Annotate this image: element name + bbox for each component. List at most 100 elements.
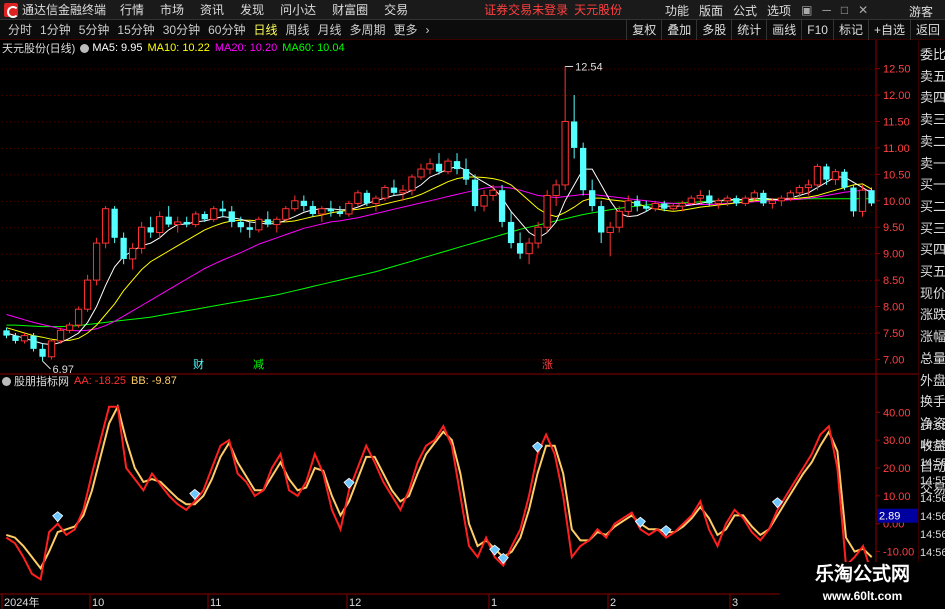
grid-dot <box>258 280 259 282</box>
grid-dot <box>862 68 863 70</box>
current-stock-name: 天元股份 <box>574 3 623 17</box>
grid-dot <box>534 332 535 334</box>
menu-functions[interactable]: 功能 <box>665 2 689 19</box>
multi-stock-button[interactable]: 多股 <box>696 20 731 40</box>
menu-options[interactable]: 选项 <box>767 2 791 19</box>
grid-dot <box>166 147 167 149</box>
grid-dot <box>834 121 835 123</box>
menu-market[interactable]: 行情 <box>120 1 144 18</box>
close-icon[interactable]: ✕ <box>858 3 868 17</box>
settings-circle-icon[interactable] <box>2 376 11 386</box>
add-watchlist-button[interactable]: +自选 <box>867 20 910 40</box>
adjust-button[interactable]: 复权 <box>626 20 661 40</box>
side-label: 买一 <box>920 177 945 193</box>
grid-dot <box>214 227 215 229</box>
grid-dot <box>826 68 827 70</box>
menu-markets[interactable]: 市场 <box>160 1 184 18</box>
settings-circle-icon[interactable] <box>80 43 90 53</box>
grid-dot <box>526 68 527 70</box>
mark-button[interactable]: 标记 <box>832 20 868 40</box>
minimize-icon[interactable]: ─ <box>822 3 831 17</box>
menu-trade[interactable]: 交易 <box>384 1 408 18</box>
grid-dot <box>694 174 695 176</box>
grid-dot <box>614 68 615 70</box>
grid-dot <box>278 359 279 361</box>
overlay-button[interactable]: 叠加 <box>661 20 696 40</box>
grid-dot <box>498 121 499 123</box>
f10-button[interactable]: F10 <box>801 20 833 40</box>
grid-dot <box>662 147 663 149</box>
candle-body-up <box>750 192 759 199</box>
period-monthly[interactable]: 月线 <box>318 21 342 38</box>
grid-dot <box>830 95 831 97</box>
period-more[interactable]: 更多 <box>394 21 418 38</box>
grid-dot <box>26 174 27 176</box>
grid-dot <box>102 121 103 123</box>
grid-dot <box>810 147 811 149</box>
grid-dot <box>266 332 267 334</box>
menu-ask-xiaoda[interactable]: 问小达 <box>280 1 316 18</box>
period-multi[interactable]: 多周期 <box>350 21 386 38</box>
grid-dot <box>70 121 71 123</box>
period-1min[interactable]: 1分钟 <box>40 21 71 38</box>
maximize-icon[interactable]: □ <box>841 3 848 17</box>
period-intraday[interactable]: 分时 <box>8 21 32 38</box>
candle-body-up <box>192 213 200 226</box>
grid-dot <box>82 227 83 229</box>
grid-dot <box>26 227 27 229</box>
grid-dot <box>574 280 575 282</box>
grid-dot <box>450 253 451 255</box>
grid-dot <box>166 332 167 334</box>
grid-dot <box>714 306 715 308</box>
grid-dot <box>210 68 211 70</box>
period-15min[interactable]: 15分钟 <box>117 21 154 38</box>
grid-dot <box>42 306 43 308</box>
grid-dot <box>314 306 315 308</box>
grid-dot <box>254 121 255 123</box>
menu-discover[interactable]: 发现 <box>240 1 264 18</box>
trade-login-notice[interactable]: 证券交易未登录 <box>484 1 568 18</box>
grid-dot <box>758 95 759 97</box>
period-30min[interactable]: 30分钟 <box>163 21 200 38</box>
grid-dot <box>478 280 479 282</box>
chart-area[interactable]: 12.5012.0011.5011.0010.5010.009.509.008.… <box>0 40 918 609</box>
grid-dot <box>442 306 443 308</box>
candle-body-up <box>624 200 632 212</box>
menu-news[interactable]: 资讯 <box>200 1 224 18</box>
grid-dot <box>670 332 671 334</box>
grid-dot <box>158 174 159 176</box>
chevron-right-icon[interactable]: › <box>426 23 430 37</box>
menu-wealth-circle[interactable]: 财富圈 <box>332 1 368 18</box>
grid-dot <box>434 359 435 361</box>
grid-dot <box>382 306 383 308</box>
period-weekly[interactable]: 周线 <box>285 21 309 38</box>
grid-dot <box>586 306 587 308</box>
grid-dot <box>430 280 431 282</box>
grid-dot <box>778 121 779 123</box>
grid-dot <box>566 227 567 229</box>
grid-dot <box>258 147 259 149</box>
trade-time: 14:55 <box>920 421 945 433</box>
back-button[interactable]: 返回 <box>909 20 945 40</box>
grid-dot <box>54 68 55 70</box>
grid-dot <box>422 253 423 255</box>
restore-icon[interactable]: ▣ <box>801 3 812 17</box>
grid-dot <box>242 174 243 176</box>
grid-dot <box>558 359 559 361</box>
grid-dot <box>610 68 611 70</box>
period-60min[interactable]: 60分钟 <box>208 21 245 38</box>
grid-dot <box>810 121 811 123</box>
menu-layout[interactable]: 版面 <box>699 2 723 19</box>
grid-dot <box>598 332 599 334</box>
grid-dot <box>282 332 283 334</box>
period-5min[interactable]: 5分钟 <box>79 21 110 38</box>
grid-dot <box>498 280 499 282</box>
grid-dot <box>858 147 859 149</box>
menu-formula[interactable]: 公式 <box>733 2 757 19</box>
statistics-button[interactable]: 统计 <box>731 20 766 40</box>
draw-line-button[interactable]: 画线 <box>766 20 801 40</box>
grid-dot <box>286 121 287 123</box>
guest-login[interactable]: 游客 <box>909 3 933 20</box>
period-daily[interactable]: 日线 <box>253 21 277 38</box>
grid-dot <box>446 174 447 176</box>
